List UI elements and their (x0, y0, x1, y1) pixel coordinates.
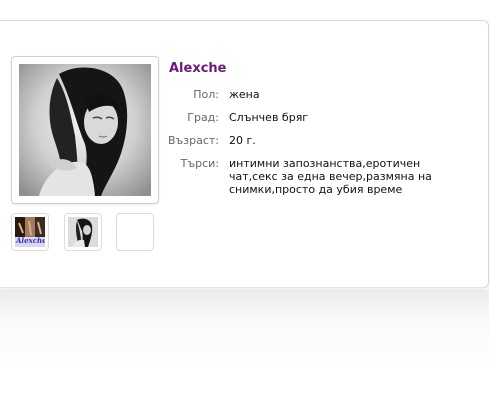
field-seeking-value: интимни запознанства,еротичен чат,секс з… (229, 157, 432, 196)
card-reflection (0, 290, 489, 409)
profile-name[interactable]: Alexche (169, 61, 227, 76)
profile-photo-image (19, 64, 151, 196)
field-gender-value: жена (229, 88, 260, 101)
thumbnail-1[interactable]: Alexche (11, 213, 49, 251)
thumbnail-2-image (68, 217, 98, 247)
field-seeking-label: Търси: (180, 157, 219, 170)
field-age-label: Възраст: (167, 134, 219, 147)
portrait-image (19, 64, 151, 196)
portrait-thumb-image (68, 217, 98, 247)
field-city-label: Град: (187, 111, 219, 124)
field-age-value: 20 г. (229, 134, 256, 147)
field-gender-label: Пол: (193, 88, 219, 101)
profile-photo[interactable] (11, 56, 159, 204)
thumbnail-1-image: Alexche (15, 217, 45, 247)
field-city-value: Слънчев бряг (229, 111, 309, 124)
thumbnail-1-caption: Alexche (16, 236, 45, 245)
thumbnail-2[interactable] (64, 213, 102, 251)
thumbnail-empty[interactable] (116, 213, 154, 251)
